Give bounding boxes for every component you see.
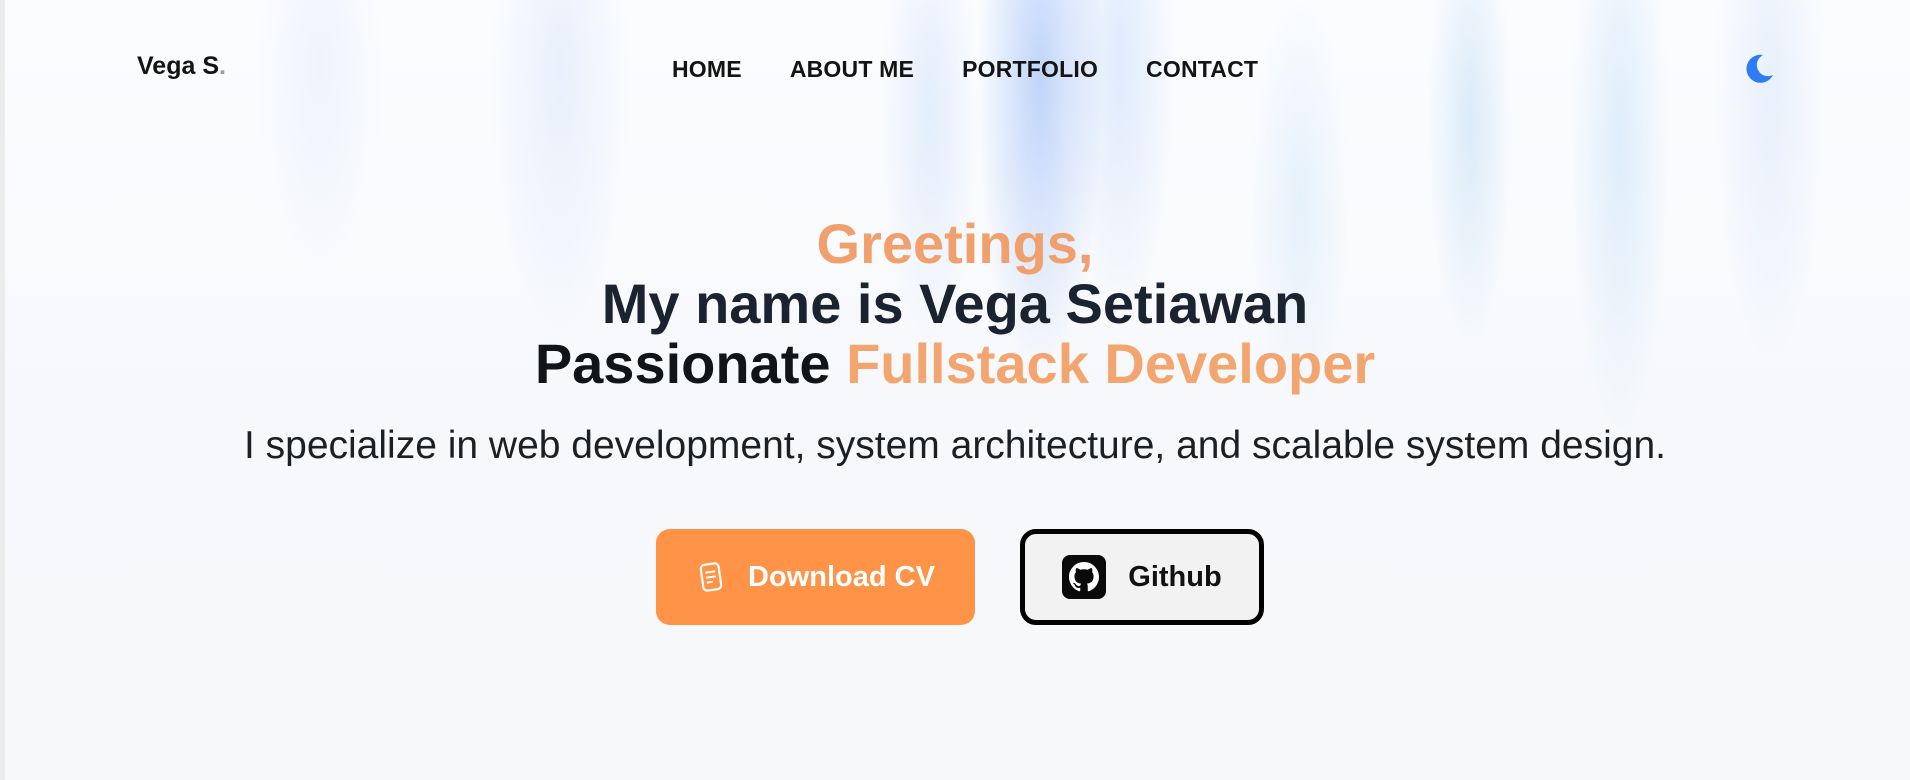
nav-portfolio[interactable]: PORTFOLIO [962,56,1098,83]
github-label: Github [1128,560,1222,593]
nav-about-me[interactable]: ABOUT ME [790,56,914,83]
top-navigation: Vega S. HOME ABOUT ME PORTFOLIO CONTACT [0,0,1910,140]
document-icon [696,560,726,594]
theme-toggle-button[interactable] [1742,52,1776,86]
nav-home[interactable]: HOME [672,56,742,83]
greeting-text: Greetings, [816,212,1094,275]
brand-name: Vega S [137,52,219,80]
main-menu: HOME ABOUT ME PORTFOLIO CONTACT [672,56,1258,83]
download-cv-button[interactable]: Download CV [656,529,975,625]
role-highlight: Fullstack Developer [846,332,1376,395]
hero-tagline: I specialize in web development, system … [243,424,1667,467]
github-icon [1062,555,1107,599]
moon-icon [1746,54,1773,83]
brand-dot: . [219,52,226,80]
nav-contact[interactable]: CONTACT [1146,56,1258,83]
brand-logo[interactable]: Vega S. [137,52,226,81]
role-line: Passionate Fullstack Developer [0,334,1910,394]
hero-headline: Greetings, My name is Vega Setiawan Pass… [0,214,1910,394]
name-line: My name is Vega Setiawan [601,272,1309,335]
download-cv-label: Download CV [748,560,935,593]
role-prefix: Passionate [534,332,831,395]
github-button[interactable]: Github [1020,529,1264,625]
